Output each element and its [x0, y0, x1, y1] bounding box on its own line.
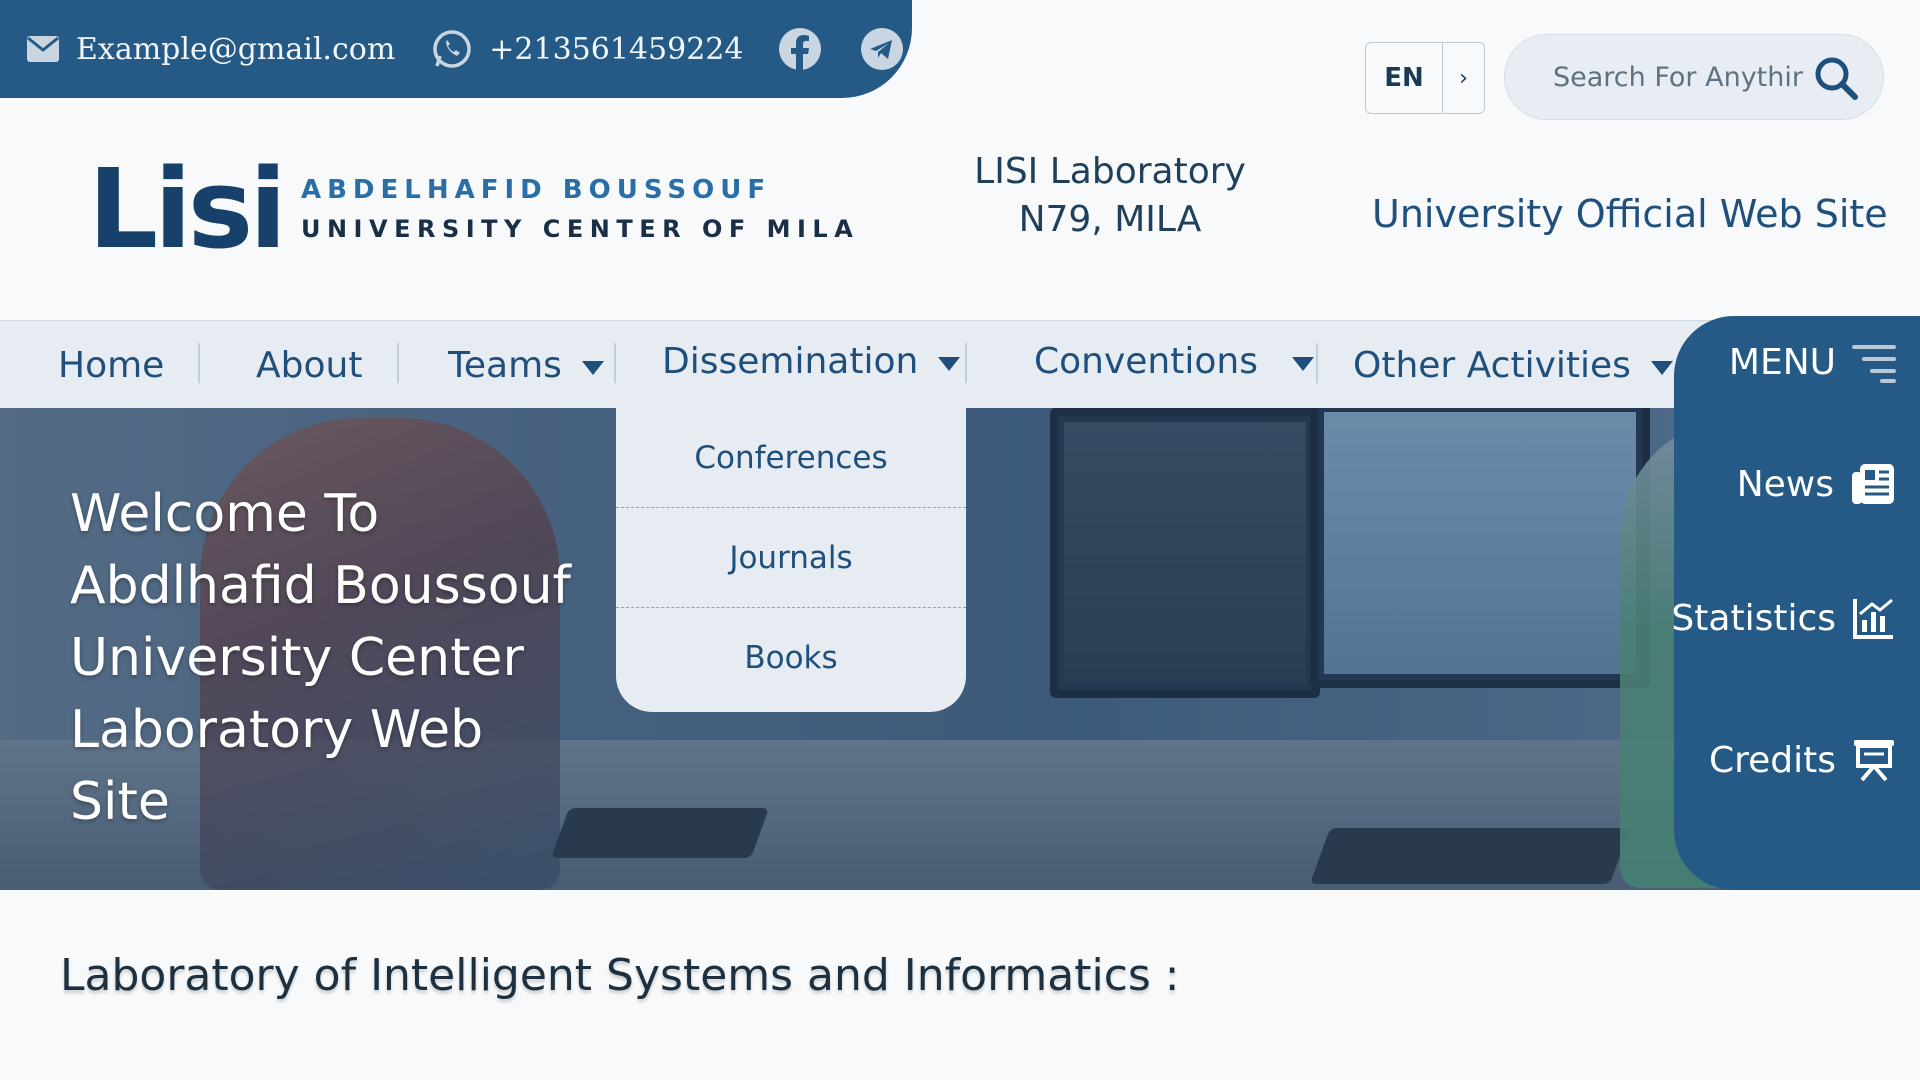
menu-item-news[interactable]: News	[1737, 462, 1896, 506]
dropdown-item-journals[interactable]: Journals	[616, 508, 966, 608]
nav-dissemination[interactable]: Dissemination	[662, 317, 961, 405]
logo-line-1: ABDELHAFID BOUSSOUF	[300, 175, 772, 205]
main-nav: Home About Teams Dissemination Conventio…	[0, 320, 1920, 408]
nav-other-activities[interactable]: Other Activities	[1353, 321, 1673, 409]
logo-text: ABDELHAFID BOUSSOUF UNIVERSITY CENTER OF…	[301, 175, 859, 243]
nav-separator	[614, 343, 616, 383]
caret-down-icon	[1650, 361, 1673, 375]
newspaper-icon	[1852, 464, 1894, 504]
caret-down-icon	[1291, 357, 1314, 371]
side-menu: MENU News Statistics Credits	[1671, 316, 1920, 890]
menu-item-label: Credits	[1708, 739, 1836, 781]
welcome-line: Laboratory Web	[70, 700, 484, 760]
nav-separator	[1316, 343, 1318, 383]
nav-label: About	[256, 344, 363, 386]
contact-bar: Example@gmail.com +213561459224	[0, 0, 912, 98]
email-text: Example@gmail.com	[76, 31, 396, 67]
logo-mark: Lisi	[88, 145, 287, 273]
mail-icon	[27, 36, 59, 62]
nav-label: Teams	[448, 344, 562, 386]
nav-label: Other Activities	[1353, 344, 1631, 386]
dropdown-item-books[interactable]: Books	[616, 608, 966, 708]
nav-teams[interactable]: Teams	[448, 321, 604, 409]
search-box	[1504, 34, 1884, 120]
logo-line-2: UNIVERSITY CENTER OF MILA	[300, 215, 860, 243]
welcome-line: Abdlhafid Boussouf	[70, 556, 571, 616]
menu-toggle[interactable]: MENU	[1729, 342, 1896, 383]
nav-separator	[965, 343, 967, 383]
nav-label: Dissemination	[662, 340, 919, 382]
menu-lines-icon	[1852, 344, 1896, 383]
nav-conventions[interactable]: Conventions	[1034, 317, 1314, 405]
menu-title: MENU	[1728, 342, 1836, 383]
chart-icon	[1853, 598, 1893, 639]
language-code: EN	[1366, 43, 1443, 113]
presentation-icon	[1854, 740, 1894, 782]
nav-separator	[397, 343, 399, 383]
email-link[interactable]: Example@gmail.com	[26, 32, 395, 67]
menu-item-statistics[interactable]: Statistics	[1671, 596, 1896, 640]
language-selector[interactable]: EN ›	[1365, 42, 1485, 114]
university-official-link[interactable]: University Official Web Site	[1372, 192, 1888, 236]
menu-item-label: Statistics	[1671, 597, 1836, 639]
menu-item-label: News	[1736, 463, 1834, 505]
facebook-icon	[779, 28, 822, 70]
nav-label: Conventions	[1034, 340, 1258, 382]
nav-about[interactable]: About	[256, 321, 362, 409]
whatsapp-icon	[433, 30, 472, 68]
menu-item-credits[interactable]: Credits	[1709, 738, 1896, 782]
lab-description-heading: Laboratory of Intelligent Systems and In…	[60, 950, 1180, 1001]
phone-text: +213561459224	[489, 31, 744, 67]
nav-label: Home	[58, 344, 165, 386]
nav-home[interactable]: Home	[58, 321, 164, 409]
search-icon[interactable]	[1813, 55, 1859, 101]
welcome-line: University Center	[70, 628, 524, 688]
dissemination-dropdown: Conferences Journals Books	[616, 408, 966, 712]
telegram-icon	[861, 28, 904, 70]
lab-title-line-1: LISI Laboratory	[974, 151, 1246, 192]
site-logo[interactable]: Lisi ABDELHAFID BOUSSOUF UNIVERSITY CENT…	[88, 154, 859, 264]
welcome-line: Welcome To	[70, 484, 380, 544]
telegram-link[interactable]	[861, 28, 904, 70]
whatsapp-link[interactable]: +213561459224	[431, 28, 743, 70]
dropdown-item-conferences[interactable]: Conferences	[616, 408, 966, 508]
welcome-line: Site	[70, 772, 170, 832]
nav-separator	[198, 343, 200, 383]
hero-welcome-text: Welcome To Abdlhafid Boussouf University…	[70, 478, 590, 838]
facebook-link[interactable]	[779, 28, 822, 70]
caret-down-icon	[938, 357, 961, 371]
lab-title: LISI Laboratory N79, MILA	[960, 148, 1260, 244]
chevron-right-icon[interactable]: ›	[1443, 43, 1484, 113]
caret-down-icon	[581, 361, 604, 375]
lab-title-line-2: N79, MILA	[1018, 199, 1202, 240]
search-input[interactable]	[1553, 61, 1803, 93]
